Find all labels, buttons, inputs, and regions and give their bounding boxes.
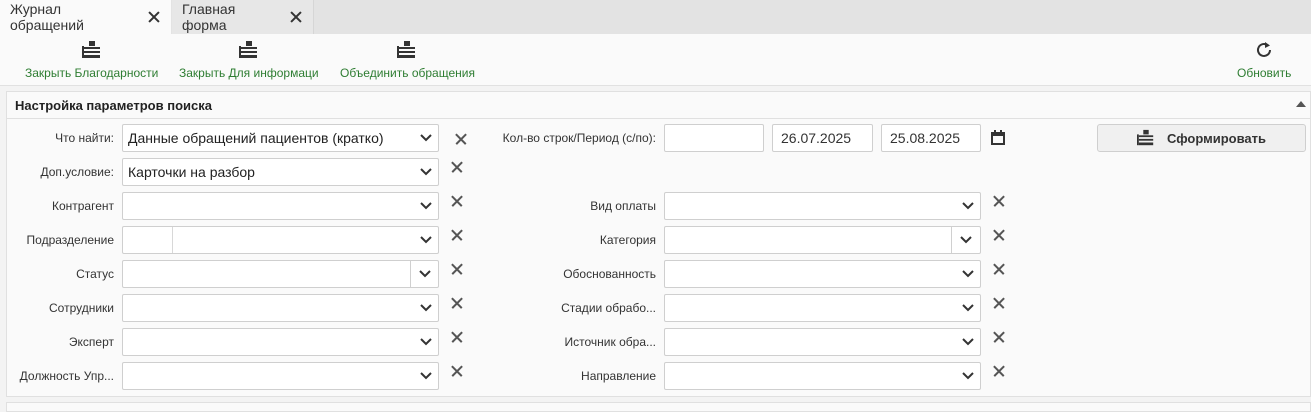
date-to-input[interactable]: 25.08.2025 <box>881 124 981 152</box>
clear-position-icon[interactable] <box>450 364 464 378</box>
chevron-down-icon[interactable] <box>414 329 438 355</box>
clear-status-icon[interactable] <box>450 262 464 276</box>
rows-count-input[interactable] <box>664 124 764 152</box>
form-report-button[interactable]: Сформировать <box>1097 124 1306 152</box>
refresh-icon <box>1257 42 1272 57</box>
chevron-down-icon[interactable] <box>414 125 438 151</box>
clear-validity-icon[interactable] <box>992 262 1006 276</box>
collapse-icon[interactable] <box>1296 101 1306 107</box>
division-label: Подразделение <box>26 233 114 247</box>
employees-label: Сотрудники <box>49 301 114 315</box>
chevron-down-icon[interactable] <box>414 295 438 321</box>
employees-select[interactable] <box>122 294 439 322</box>
clear-category-icon[interactable] <box>992 228 1006 242</box>
expert-select[interactable] <box>122 328 439 356</box>
date-from-input[interactable]: 26.07.2025 <box>772 124 873 152</box>
toolbar-button-label: Закрыть Благодарности <box>25 66 159 80</box>
tab-appeals-journal[interactable]: Журнал обращений <box>0 0 171 34</box>
tab-main-form[interactable]: Главная форма <box>172 0 314 34</box>
division-code-input[interactable] <box>123 227 173 253</box>
stamp-icon <box>238 41 257 58</box>
chevron-down-icon[interactable] <box>414 363 438 389</box>
stamp-icon <box>397 41 416 58</box>
chevron-down-icon[interactable] <box>414 159 438 185</box>
panel-header[interactable]: Настройка параметров поиска <box>7 92 1310 119</box>
contractor-label: Контрагент <box>51 199 114 213</box>
chevron-down-icon[interactable] <box>951 227 980 253</box>
calendar-icon[interactable] <box>991 130 1005 145</box>
validity-label: Обоснованность <box>563 267 656 281</box>
extra-condition-select[interactable]: Карточки на разбор <box>122 158 439 186</box>
stages-label: Стадии обрабо... <box>561 301 656 315</box>
extra-condition-label: Доп.условие: <box>40 165 114 179</box>
expert-label: Эксперт <box>68 335 114 349</box>
toolbar-button-label: Закрыть Для информаци <box>179 66 319 80</box>
direction-select[interactable] <box>664 362 981 390</box>
status-select[interactable] <box>122 260 439 288</box>
chevron-down-icon[interactable] <box>956 363 980 389</box>
clear-division-icon[interactable] <box>450 228 464 242</box>
clear-payment-type-icon[interactable] <box>992 194 1006 208</box>
close-info-button[interactable]: Закрыть Для информаци <box>179 40 319 80</box>
close-icon[interactable] <box>147 10 161 24</box>
clear-employees-icon[interactable] <box>450 296 464 310</box>
clear-contractor-icon[interactable] <box>450 194 464 208</box>
tab-label: Главная форма <box>182 1 236 33</box>
chevron-down-icon[interactable] <box>410 261 438 287</box>
source-select[interactable] <box>664 328 981 356</box>
position-label: Должность Упр... <box>19 369 114 383</box>
tab-bar: Журнал обращений Главная форма <box>0 0 1311 34</box>
close-thanks-button[interactable]: Закрыть Благодарности <box>25 40 158 80</box>
clear-direction-icon[interactable] <box>992 364 1006 378</box>
category-label: Категория <box>599 233 656 247</box>
clear-what-icon[interactable] <box>454 132 468 146</box>
what-label: Что найти: <box>55 131 114 145</box>
status-label: Статус <box>76 267 114 281</box>
clear-extra-condition-icon[interactable] <box>450 160 464 174</box>
chevron-down-icon[interactable] <box>956 295 980 321</box>
stamp-icon <box>1136 129 1154 146</box>
close-icon[interactable] <box>290 10 303 24</box>
form-report-label: Сформировать <box>1166 130 1267 146</box>
chevron-down-icon[interactable] <box>956 261 980 287</box>
chevron-down-icon[interactable] <box>414 227 438 253</box>
contractor-select[interactable] <box>122 192 439 220</box>
category-select[interactable] <box>664 226 981 254</box>
payment-type-label: Вид оплаты <box>590 199 656 213</box>
source-label: Источник обра... <box>564 335 656 349</box>
division-select[interactable] <box>122 226 439 254</box>
chevron-down-icon[interactable] <box>956 193 980 219</box>
clear-stages-icon[interactable] <box>992 296 1006 310</box>
validity-select[interactable] <box>664 260 981 288</box>
results-panel-edge <box>6 402 1311 412</box>
toolbar-button-label: Объединить обращения <box>340 66 475 80</box>
tab-label: Журнал обращений <box>10 1 84 33</box>
refresh-button[interactable]: Обновить <box>1237 40 1291 80</box>
clear-expert-icon[interactable] <box>450 330 464 344</box>
chevron-down-icon[interactable] <box>414 193 438 219</box>
direction-label: Направление <box>581 369 656 383</box>
toolbar: Закрыть Благодарности Закрыть Для информ… <box>0 34 1311 86</box>
what-select[interactable]: Данные обращений пациентов (кратко) <box>122 124 439 152</box>
position-select[interactable] <box>122 362 439 390</box>
toolbar-button-label: Обновить <box>1237 66 1292 80</box>
merge-appeals-button[interactable]: Объединить обращения <box>340 40 475 80</box>
stages-select[interactable] <box>664 294 981 322</box>
clear-source-icon[interactable] <box>992 330 1006 344</box>
what-value: Данные обращений пациентов (кратко) <box>128 130 384 146</box>
stamp-icon <box>81 41 100 58</box>
extra-condition-value: Карточки на разбор <box>128 164 255 180</box>
rows-period-label: Кол-во строк/Период (с/по): <box>502 131 656 145</box>
chevron-down-icon[interactable] <box>956 329 980 355</box>
payment-type-select[interactable] <box>664 192 981 220</box>
panel-title: Настройка параметров поиска <box>15 97 212 113</box>
